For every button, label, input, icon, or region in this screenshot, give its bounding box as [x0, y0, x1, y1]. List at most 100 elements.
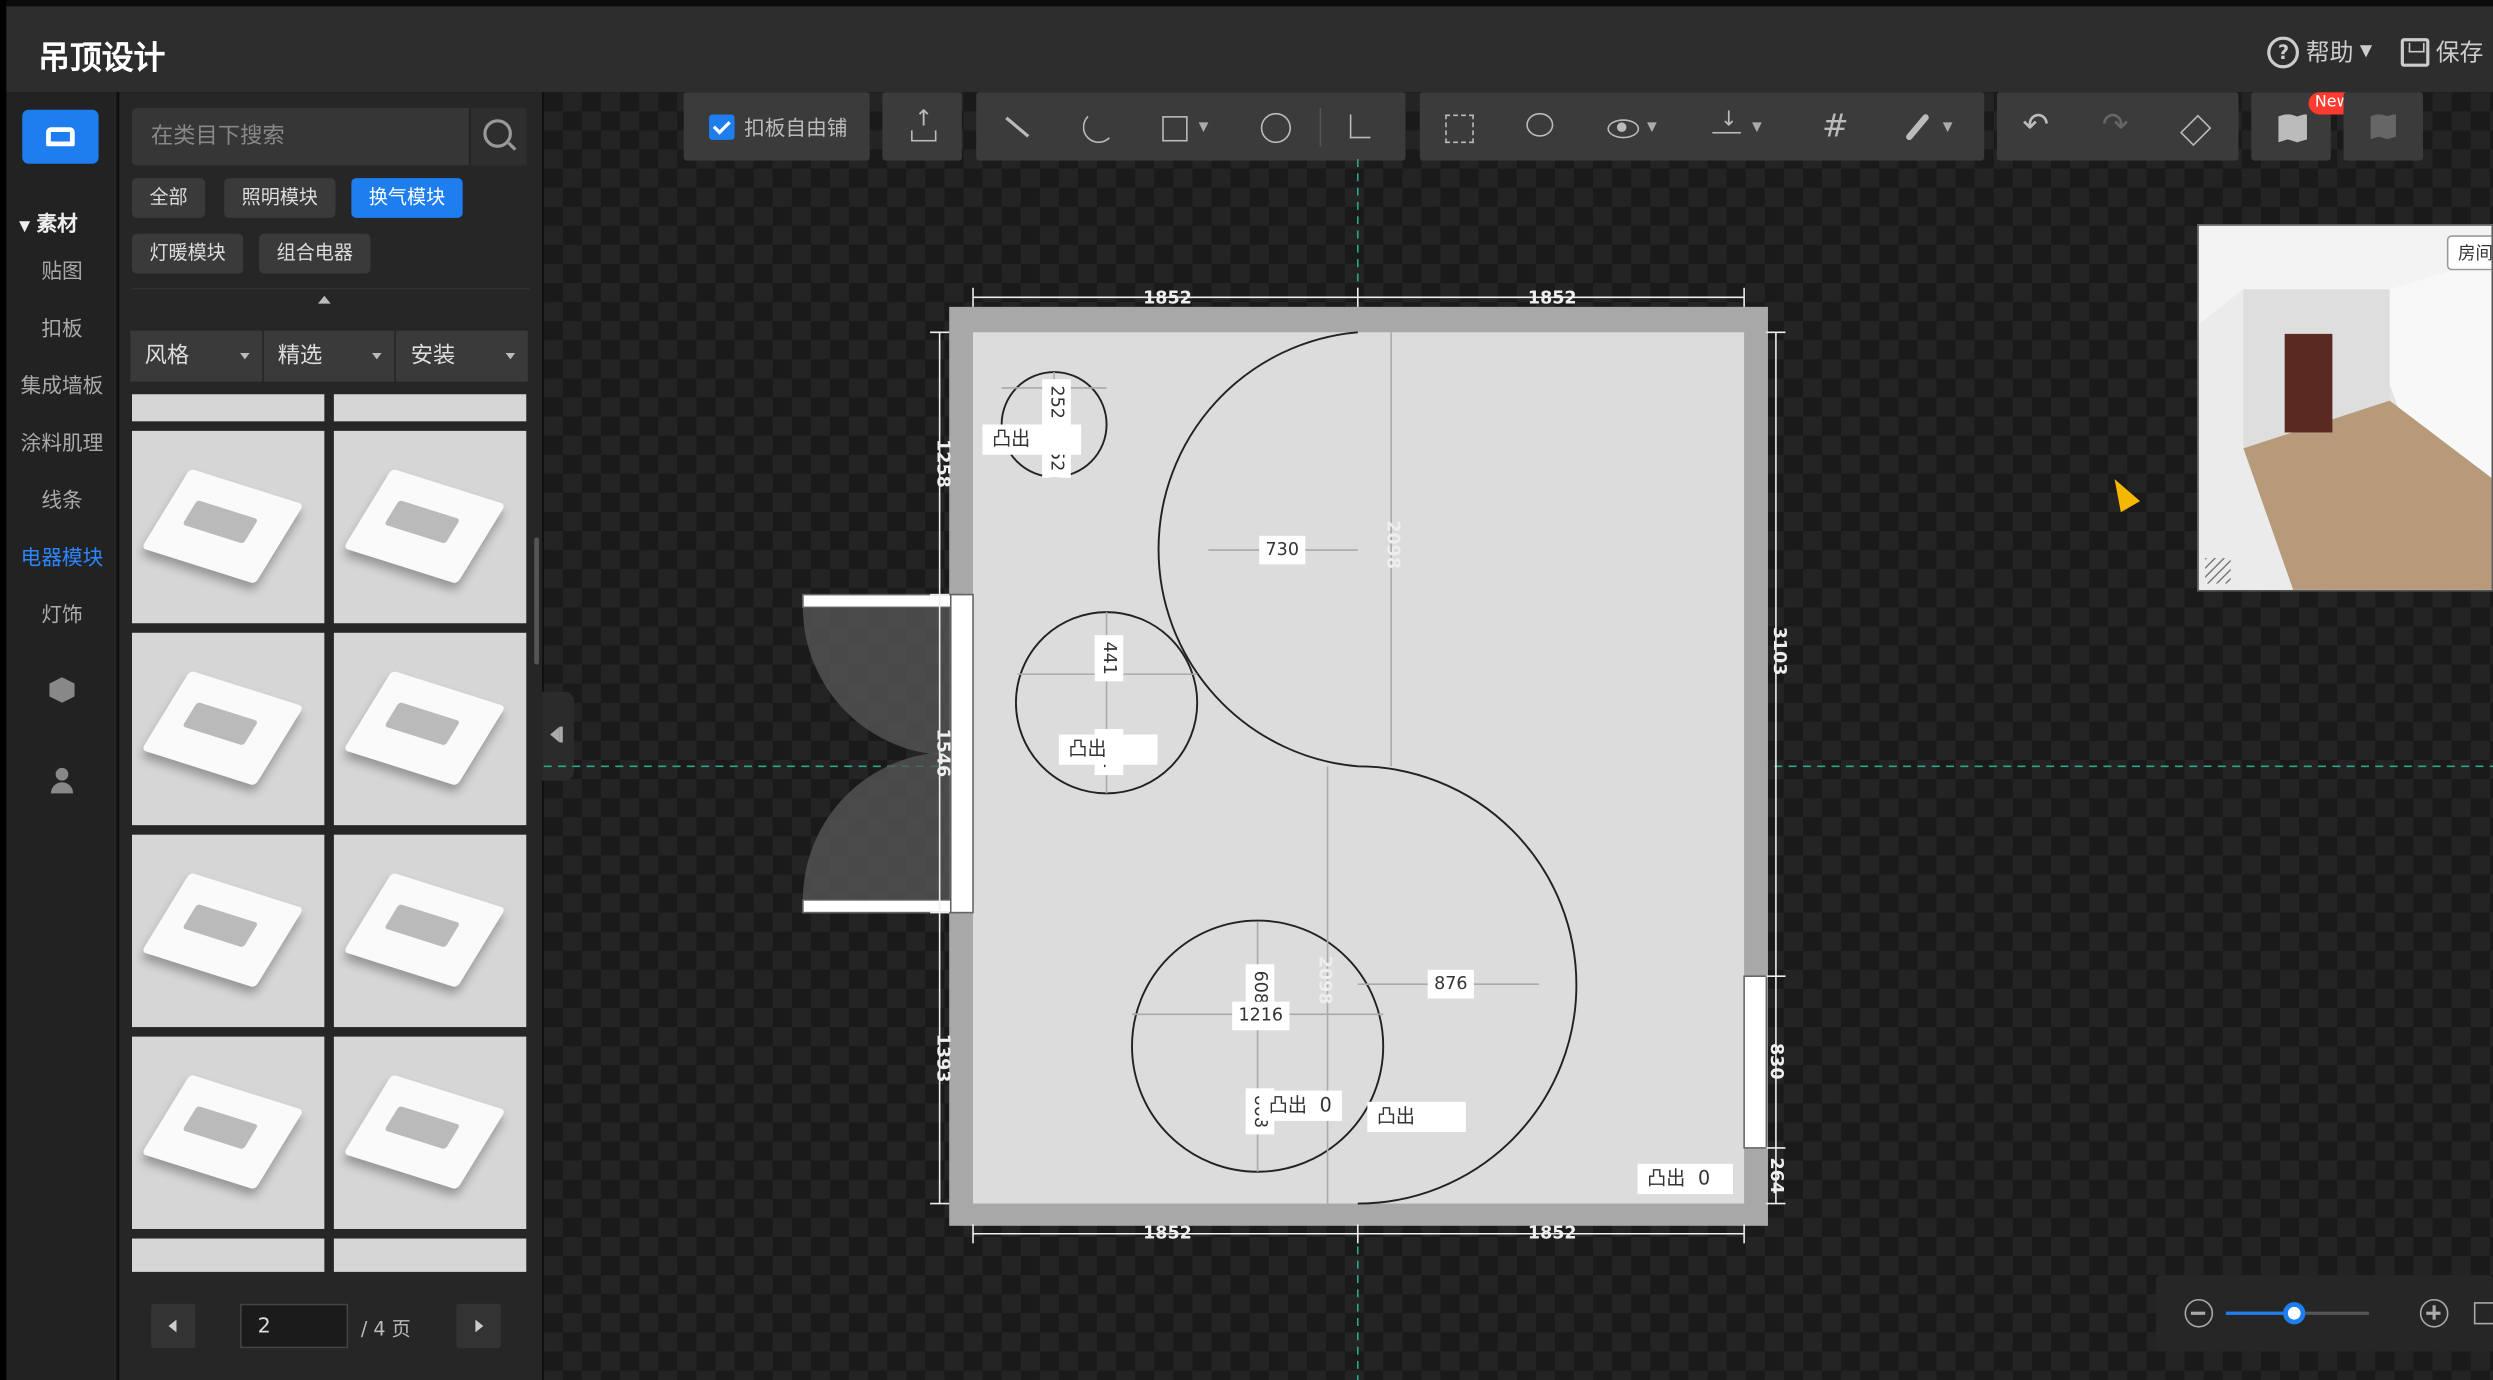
- nav-section-title[interactable]: ▼ 素材: [19, 207, 78, 237]
- align-button[interactable]: ▼: [1684, 92, 1789, 160]
- product-tile[interactable]: [333, 834, 527, 1028]
- bump-value: 0: [1319, 1093, 1332, 1117]
- eraser-button[interactable]: [2156, 92, 2235, 160]
- product-thumbnail: [343, 872, 506, 988]
- dimension-label: 2098: [1314, 955, 1336, 1005]
- product-tile[interactable]: [131, 632, 325, 826]
- map-icon: [2275, 110, 2307, 142]
- toolbar-upload: [882, 92, 962, 161]
- bump-field[interactable]: 凸出 0: [1259, 1090, 1342, 1121]
- corner-tool-button[interactable]: [1319, 107, 1396, 146]
- page-input[interactable]: [240, 1303, 349, 1349]
- align-bottom-icon: [1711, 107, 1743, 142]
- redo-button[interactable]: [2076, 92, 2155, 160]
- filter-dropdown[interactable]: 风格: [130, 330, 262, 382]
- map-button[interactable]: [2275, 92, 2307, 160]
- dimension-label: 1852: [1527, 287, 1577, 309]
- dimension-label: 3103: [1769, 626, 1790, 676]
- zoom-out-icon[interactable]: [2184, 1298, 2214, 1328]
- sidebar-item[interactable]: 电器模块: [6, 531, 117, 588]
- upload-icon: [906, 106, 938, 142]
- visibility-button[interactable]: ▼: [1579, 92, 1684, 160]
- panel-scrollbar[interactable]: [534, 537, 539, 665]
- product-tile[interactable]: [131, 394, 325, 422]
- sidebar-item[interactable]: 扣板: [6, 302, 117, 359]
- category-chip[interactable]: 灯暖模块: [131, 233, 244, 274]
- product-tile[interactable]: [333, 1036, 527, 1229]
- sidebar-item[interactable]: 集成墙板: [6, 359, 117, 416]
- 3d-preview[interactable]: 房间: [2197, 224, 2493, 592]
- page-total: / 4 页: [360, 1318, 411, 1341]
- dimension-label: 1852: [1527, 1222, 1577, 1244]
- collapse-up-icon[interactable]: [317, 295, 331, 304]
- product-tile[interactable]: [131, 430, 325, 624]
- filter-dropdown[interactable]: 安装: [396, 330, 528, 382]
- product-tile[interactable]: [131, 834, 325, 1028]
- user-icon[interactable]: [49, 767, 74, 794]
- help-button[interactable]: ? 帮助 ▼: [2267, 35, 2372, 68]
- bump-field[interactable]: 凸出: [982, 424, 1082, 455]
- grid-button[interactable]: [1789, 92, 1875, 160]
- filter-dropdown[interactable]: 精选: [263, 330, 395, 382]
- prev-page-button[interactable]: [151, 1303, 196, 1349]
- room-tag[interactable]: 房间: [2446, 235, 2492, 271]
- next-page-button[interactable]: [456, 1303, 501, 1349]
- bump-field[interactable]: 凸出: [1058, 734, 1158, 765]
- category-chip[interactable]: 照明模块: [224, 178, 336, 218]
- materials-nav-button[interactable]: [22, 109, 99, 164]
- divider: [131, 287, 530, 290]
- map-outline-icon: [2367, 110, 2399, 142]
- collapse-panel-handle[interactable]: [542, 691, 574, 781]
- product-thumbnail: [141, 670, 304, 786]
- toolbar-free-tile: 扣板自由铺: [683, 92, 870, 161]
- search-input[interactable]: [131, 108, 470, 166]
- sidebar-item[interactable]: 贴图: [6, 245, 117, 302]
- draw-circle-button[interactable]: [1231, 92, 1320, 160]
- box-select-button[interactable]: [1420, 92, 1496, 160]
- dimension-box[interactable]: 730: [1259, 535, 1306, 565]
- product-tile[interactable]: 精品: [333, 394, 527, 422]
- dimension-box[interactable]: 1216: [1232, 1001, 1290, 1031]
- product-tile[interactable]: [131, 1238, 325, 1272]
- product-thumbnail: [343, 670, 506, 786]
- bump-field[interactable]: 凸出 0: [1637, 1163, 1733, 1195]
- zoom-in-icon[interactable]: [2419, 1298, 2449, 1328]
- dimension-box[interactable]: 252: [1042, 379, 1071, 426]
- map-view-button[interactable]: [2367, 92, 2399, 160]
- free-tile-toggle[interactable]: 扣板自由铺: [709, 92, 847, 160]
- product-tile[interactable]: [333, 430, 527, 624]
- product-tile[interactable]: [333, 632, 527, 826]
- brush-button[interactable]: ▼: [1874, 92, 1979, 160]
- sidebar-item[interactable]: 涂料肌理: [6, 417, 117, 474]
- hexagon-icon[interactable]: [49, 677, 75, 703]
- draw-line-button[interactable]: [976, 92, 1055, 160]
- bump-field[interactable]: 凸出: [1367, 1101, 1466, 1133]
- dimension-box[interactable]: 876: [1427, 969, 1474, 999]
- undo-button[interactable]: [1997, 92, 2076, 160]
- undo-icon: [2021, 104, 2053, 142]
- nav-list: 贴图 扣板 集成墙板 涂料肌理 线条 电器模块 灯饰: [6, 245, 117, 646]
- category-chip[interactable]: 组合电器: [259, 233, 371, 274]
- fit-view-icon[interactable]: [2473, 1302, 2493, 1325]
- resize-grip-icon[interactable]: [2205, 558, 2231, 584]
- upload-button[interactable]: [906, 92, 938, 160]
- zoom-slider-knob[interactable]: [2283, 1302, 2306, 1325]
- dimension-box[interactable]: 441: [1094, 635, 1124, 682]
- material-panel: 全部照明模块换气模块灯暖模块组合电器 风格精选安装 精品 / 4 页: [119, 92, 543, 1380]
- lasso-button[interactable]: [1496, 92, 1579, 160]
- zoom-control: [2155, 1275, 2493, 1352]
- sidebar-item[interactable]: 灯饰: [6, 588, 117, 645]
- product-tile[interactable]: [333, 1238, 527, 1272]
- category-chip[interactable]: 换气模块: [351, 178, 463, 218]
- product-tile[interactable]: [131, 1036, 325, 1229]
- bump-value: 0: [1698, 1166, 1711, 1190]
- toolbar-map: New: [2251, 92, 2356, 161]
- chevron-down-icon: ▼: [1198, 119, 1209, 134]
- draw-rect-button[interactable]: ▼: [1135, 92, 1230, 160]
- search-icon[interactable]: [469, 108, 527, 166]
- category-chip[interactable]: 全部: [131, 178, 206, 218]
- draw-arc-button[interactable]: [1056, 92, 1135, 160]
- sidebar-item[interactable]: 线条: [6, 474, 117, 531]
- bump-label: 凸出: [1376, 1104, 1416, 1128]
- save-button[interactable]: 保存: [2400, 35, 2483, 68]
